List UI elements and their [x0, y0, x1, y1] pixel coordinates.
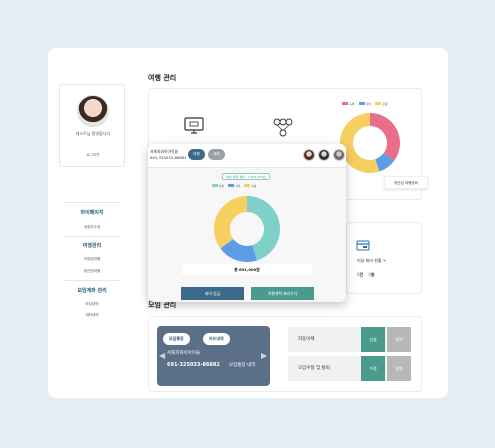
chevron-left-icon[interactable]: ◀	[159, 351, 165, 360]
member-avatar[interactable]	[333, 149, 345, 161]
pie-slice-숙박	[370, 113, 400, 161]
travel-section-title: 여행 관리	[148, 74, 177, 82]
divider	[63, 202, 121, 203]
logout-button[interactable]: 로그아웃	[60, 153, 126, 158]
sidebar-item-account-history[interactable]: 계좌내역	[59, 313, 125, 318]
modal-pie-chart	[214, 196, 280, 262]
sidebar-title-mypage[interactable]: 마이페이지	[59, 209, 125, 216]
modal-header: 서해지와이아이들 691-325033-86882 여행 계좌	[148, 144, 346, 168]
pie-slice-관광	[214, 196, 247, 249]
expected-expense-badge: 예상 여행 경비 : 1,000,000원	[222, 173, 270, 180]
cancel-button[interactable]: 해지	[387, 327, 411, 352]
profile-card: 테스트님 환영합니다 로그아웃	[59, 84, 125, 167]
welcome-text: 테스트님 환영합니다	[75, 131, 111, 136]
member-avatar[interactable]	[318, 149, 330, 161]
modal-account-number: 691-325033-86882	[150, 155, 187, 160]
divider	[63, 280, 121, 281]
sidebar-item-saved-travel[interactable]: 저장된여행	[59, 257, 125, 262]
chevron-right-icon[interactable]: ▶	[261, 351, 267, 360]
total-amount: 총 691,000원	[182, 264, 312, 275]
auto-transfer-label: 자동이체	[298, 337, 315, 342]
settled-expense-badge[interactable]: 정산된 여행경비	[384, 176, 428, 189]
account-name: 서해지와이아이들	[167, 351, 201, 356]
apply-button[interactable]: 신청	[361, 327, 385, 352]
travel-modal: 서해지와이아이들 691-325033-86882 여행 계좌 예상 여행 경비…	[148, 144, 346, 302]
legend-item: 숙박	[212, 184, 224, 188]
leave-button[interactable]: 탈퇴	[387, 356, 411, 381]
plan-travel-button[interactable]: 여행계획 짜러가기	[251, 287, 314, 300]
sidebar-title-travel[interactable]: 여행관리	[59, 242, 125, 249]
avatar	[77, 95, 109, 127]
tab-card-history[interactable]: 카드내역	[203, 333, 230, 345]
legend-item: 관광	[244, 184, 256, 188]
travel-legend: 숙박 식비 관광	[342, 102, 388, 106]
account-history-link[interactable]: 모임통장 내역	[229, 362, 255, 368]
legend-item: 식비	[358, 102, 371, 106]
tab-meeting-account[interactable]: 모임통장	[163, 333, 190, 345]
edit-leave-row: 모임수정 및 탈퇴 수정 탈퇴	[288, 356, 411, 381]
account-number: 691-325033-86882	[167, 362, 220, 368]
sidebar-item-edit-info[interactable]: 내정보수정	[59, 225, 125, 230]
people-icon	[272, 116, 294, 137]
card-icon	[356, 237, 370, 256]
divider	[63, 236, 121, 237]
account-card: 모임통장 카드내역 ◀ ▶ 서해지와이아이들 691-325033-86882 …	[157, 326, 270, 386]
sidebar-item-meeting-history[interactable]: 모임내역	[59, 302, 125, 307]
legend-item: 식비	[228, 184, 240, 188]
legend-item: 관광	[375, 102, 388, 106]
tab-travel[interactable]: 여행	[188, 149, 205, 160]
tab-account[interactable]: 계좌	[208, 149, 225, 160]
deposit-button[interactable]: 회비 입금	[181, 287, 244, 300]
travel-pie-chart	[340, 113, 400, 173]
sidebar: 테스트님 환영합니다 로그아웃 마이페이지 내정보수정 여행관리 저장된여행 정…	[59, 84, 125, 384]
sidebar-title-account[interactable]: 모임계좌 관리	[59, 287, 125, 294]
modal-legend: 숙박 식비 관광	[212, 184, 256, 188]
sidebar-item-settled-travel[interactable]: 정산된여행	[59, 269, 125, 274]
auto-transfer-row: 자동이체 신청 해지	[288, 327, 411, 352]
edit-leave-label: 모임수정 및 탈퇴	[298, 366, 330, 371]
legend-item: 숙박	[342, 102, 355, 106]
edit-button[interactable]: 수정	[361, 356, 385, 381]
member-avatar[interactable]	[303, 149, 315, 161]
fee-count: 0건 0원	[357, 272, 375, 277]
monitor-icon	[183, 117, 205, 135]
fee-summary-link[interactable]: 이달 회비 현황 >	[357, 258, 386, 264]
